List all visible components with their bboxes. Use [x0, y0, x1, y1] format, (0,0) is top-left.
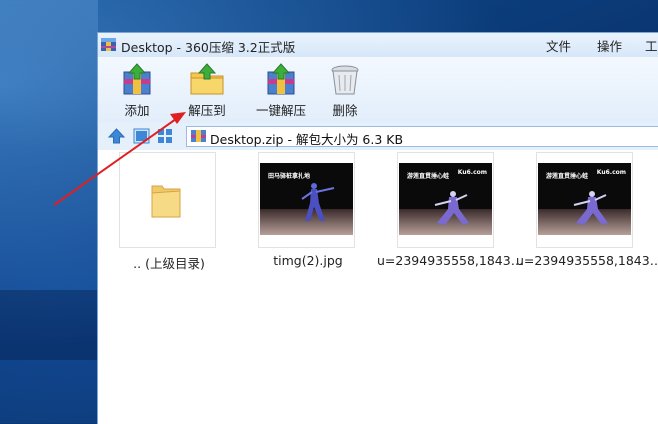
photo-preview: 田马驿桩拿扎地 [260, 163, 353, 235]
add-label: 添加 [124, 103, 150, 118]
delete-trash-icon [331, 65, 359, 95]
one-click-extract-button[interactable]: 一键解压 [246, 60, 316, 120]
file-name: timg(2).jpg [273, 253, 343, 268]
address-field[interactable]: Desktop.zip - 解包大小为 6.3 KB [186, 126, 658, 147]
address-bar: Desktop.zip - 解包大小为 6.3 KB [98, 123, 658, 150]
archive-icon [191, 130, 206, 142]
extract-to-button[interactable]: 解压到 [172, 60, 242, 120]
menu-file[interactable]: 文件 [546, 36, 571, 55]
grid-view-icon[interactable] [156, 127, 175, 145]
photo-logo: Ku6.com [596, 169, 626, 176]
extract-to-icon [190, 63, 224, 95]
desktop-dark-pane [0, 290, 98, 360]
photo-caption: 游莲直贯捶心蛙 [546, 173, 589, 180]
delete-label: 删除 [332, 103, 358, 118]
martial-artist-figure [573, 191, 608, 225]
photo-preview: 游莲直贯捶心蛙 Ku6.com [399, 163, 492, 235]
thumbnail [119, 152, 216, 248]
desktop-light-pane [0, 0, 98, 150]
title-bar[interactable]: Desktop - 360压缩 3.2正式版 文件 操作 工 [98, 33, 658, 57]
photo-caption: 田马驿桩拿扎地 [268, 173, 311, 180]
app-logo-icon [101, 38, 116, 51]
toolbar: 添加 解压到 一键解压 删除 [98, 57, 658, 124]
menu-operate[interactable]: 操作 [597, 36, 622, 55]
file-name: .. (上级目录) [133, 256, 205, 271]
one-click-extract-label: 一键解压 [255, 103, 306, 118]
extract-to-label: 解压到 [188, 103, 226, 118]
add-archive-icon [123, 63, 151, 95]
watermark-url: jingyan.baidu.com [530, 396, 632, 409]
menu-tools[interactable]: 工 [645, 36, 658, 55]
one-click-extract-icon [267, 63, 295, 95]
list-view-icon[interactable] [132, 127, 151, 145]
folder-icon [151, 185, 181, 218]
thumbnail: 田马驿桩拿扎地 [258, 152, 355, 248]
thumbnail: 游莲直贯捶心蛙 Ku6.com [397, 152, 494, 248]
photo-preview: 游莲直贯捶心蛙 Ku6.com [538, 163, 631, 235]
photo-caption: 游莲直贯捶心蛙 [407, 173, 450, 180]
file-name: u=2394935558,1843… [516, 253, 658, 268]
file-name: u=2394935558,1843… [377, 253, 524, 268]
add-button[interactable]: 添加 [102, 60, 172, 120]
watermark: Baidu经验 jingyan.baidu.com [502, 356, 652, 416]
watermark-brand: Baidu经验 [502, 366, 640, 396]
martial-artist-figure [434, 191, 469, 225]
up-arrow-icon[interactable] [107, 127, 126, 145]
photo-logo: Ku6.com [457, 169, 487, 176]
thumbnail: 游莲直贯捶心蛙 Ku6.com [536, 152, 633, 248]
address-path: Desktop.zip - 解包大小为 6.3 KB [210, 132, 404, 147]
window-title: Desktop - 360压缩 3.2正式版 [121, 40, 296, 55]
martial-artist-figure [301, 183, 335, 221]
delete-button[interactable]: 删除 [310, 60, 380, 120]
